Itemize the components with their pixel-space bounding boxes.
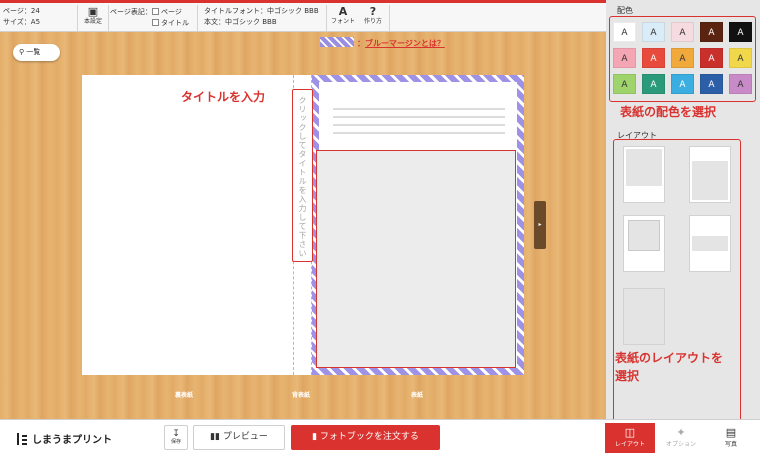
page-notation-label: ページ表記： bbox=[110, 8, 152, 16]
top-toolbar: ページ：24 サイズ：A5 ▣ 本設定 ページ表記： ページ タイトル タイトル… bbox=[0, 0, 606, 32]
bleed-colon: ： bbox=[357, 39, 365, 48]
logo: しまうまプリント bbox=[17, 431, 112, 446]
panel-toggle-handle[interactable]: ▸ bbox=[534, 201, 546, 249]
save-label: 保存 bbox=[170, 439, 181, 445]
divider bbox=[108, 5, 109, 31]
tab-photo[interactable]: ▤ 写真 bbox=[706, 423, 756, 453]
tab-photo-label: 写真 bbox=[724, 441, 737, 448]
book-settings-button[interactable]: ▣ 本設定 bbox=[78, 5, 108, 31]
book-size: サイズ：A5 bbox=[3, 18, 41, 26]
overview-label: 一覧 bbox=[26, 48, 41, 56]
magnifier-icon: ⚲ bbox=[19, 48, 25, 56]
checkbox-label: ページ bbox=[161, 8, 182, 16]
front-cover bbox=[312, 75, 524, 375]
photo-drop-area[interactable] bbox=[316, 150, 516, 368]
back-cover-label: 裏表紙 bbox=[175, 392, 194, 399]
magic-wand-icon: ✦ bbox=[676, 426, 686, 439]
divider bbox=[197, 5, 198, 31]
editor-canvas: ⚲ 一覧 ：ブルーマージンとは？ クリックしてタイトルを入力して下さい タイトル… bbox=[0, 32, 606, 419]
layout-note-line2: 選択 bbox=[615, 369, 640, 383]
page-number-checkbox[interactable]: ページ bbox=[152, 7, 182, 17]
font-icon: A bbox=[338, 5, 348, 18]
overview-button[interactable]: ⚲ 一覧 bbox=[13, 44, 60, 61]
tab-option[interactable]: ✦ オプション bbox=[656, 423, 706, 453]
title-callout: タイトルを入力 bbox=[181, 90, 266, 104]
title-checkbox[interactable]: タイトル bbox=[152, 18, 189, 28]
image-icon: ▤ bbox=[725, 426, 737, 439]
help-button-label: 作り方 bbox=[363, 18, 382, 25]
font-info: タイトルフォント：中ゴシック BBB 本文：中ゴシック BBB bbox=[204, 6, 319, 28]
bottom-bar: しまうまプリント ↧ 保存 ▮▮ プレビュー ▮ フォトブックを注文する ◫ レ… bbox=[0, 419, 760, 455]
layout-icon: ◫ bbox=[624, 426, 636, 439]
color-highlight-box bbox=[609, 16, 756, 102]
spine-title-input[interactable]: クリックしてタイトルを入力して下さい bbox=[292, 89, 313, 262]
order-label: フォトブックを注文する bbox=[319, 432, 419, 442]
book-icon: ▣ bbox=[87, 5, 99, 18]
tab-layout-label: レイアウト bbox=[614, 441, 645, 448]
divider bbox=[389, 5, 390, 31]
book-settings-label: 本設定 bbox=[83, 18, 102, 25]
spine-title-placeholder: クリックしてタイトルを入力して下さい bbox=[298, 96, 307, 258]
spine-label: 背表紙 bbox=[292, 392, 311, 399]
font-button-label: フォント bbox=[330, 18, 355, 25]
back-cover[interactable] bbox=[82, 75, 293, 375]
text-placeholder[interactable] bbox=[333, 108, 505, 140]
body-font: 本文：中ゴシック BBB bbox=[204, 18, 277, 26]
layout-note: 表紙のレイアウトを 選択 bbox=[615, 349, 723, 385]
title-font: タイトルフォント：中ゴシック BBB bbox=[204, 7, 319, 15]
checkbox-label: タイトル bbox=[161, 19, 189, 27]
page-count: ページ：24 bbox=[3, 7, 40, 15]
book-icon: ▮ bbox=[312, 432, 320, 442]
layout-note-line1: 表紙のレイアウトを bbox=[615, 351, 724, 365]
logo-text: しまうまプリント bbox=[32, 435, 112, 446]
help-button[interactable]: ? 作り方 bbox=[358, 5, 388, 31]
color-heading: 配色 bbox=[617, 6, 633, 15]
color-note: 表紙の配色を選択 bbox=[620, 105, 717, 119]
bleed-margin-note: ：ブルーマージンとは？ bbox=[320, 37, 445, 49]
save-icon: ↧ bbox=[172, 429, 180, 439]
preview-button[interactable]: ▮▮ プレビュー bbox=[193, 425, 285, 450]
order-button[interactable]: ▮ フォトブックを注文する bbox=[291, 425, 440, 450]
question-icon: ? bbox=[369, 5, 377, 18]
save-button[interactable]: ↧ 保存 bbox=[164, 425, 188, 450]
logo-mark-icon bbox=[17, 433, 27, 445]
tab-option-label: オプション bbox=[665, 441, 696, 448]
font-button[interactable]: A フォント bbox=[328, 5, 358, 31]
front-cover-label: 表紙 bbox=[411, 392, 424, 399]
tab-layout[interactable]: ◫ レイアウト bbox=[605, 423, 655, 453]
bleed-help-link[interactable]: ブルーマージンとは？ bbox=[365, 39, 445, 48]
bleed-swatch bbox=[320, 37, 354, 47]
checkbox-box bbox=[152, 8, 159, 15]
book-info: ページ：24 サイズ：A5 bbox=[3, 6, 40, 28]
chevron-right-icon: ▸ bbox=[538, 221, 542, 228]
divider bbox=[326, 5, 327, 31]
preview-label: プレビュー bbox=[222, 432, 268, 442]
checkbox-box bbox=[152, 19, 159, 26]
book-icon: ▮▮ bbox=[210, 432, 223, 442]
